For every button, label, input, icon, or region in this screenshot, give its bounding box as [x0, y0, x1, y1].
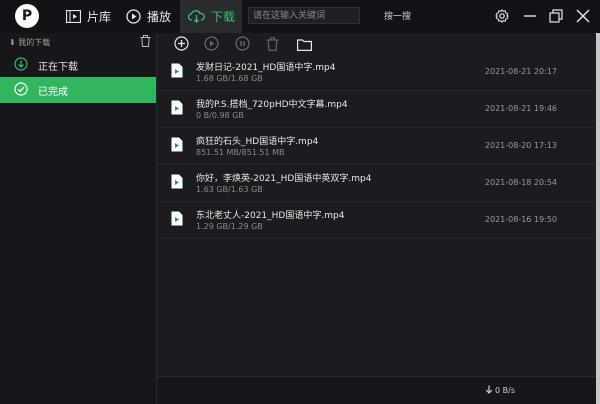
search-input[interactable]: 请在这输入关键词	[248, 7, 360, 24]
settings-gear-icon[interactable]	[492, 6, 512, 26]
search-button[interactable]: 搜一搜	[384, 9, 411, 22]
file-size: 1.29 GB/1.29 GB	[196, 222, 263, 231]
clear-trash-icon[interactable]	[140, 35, 151, 49]
file-row[interactable]: 疯狂的石头_HD国语中字.mp4 851.51 MB/851.51 MB 202…	[157, 128, 600, 165]
sidebar-header-text: 我的下载	[18, 38, 51, 47]
nav-download-tab[interactable]: 下载	[180, 0, 242, 33]
file-date: 2021-08-21 20:17	[484, 67, 557, 76]
file-date: 2021-08-21 19:46	[484, 104, 557, 113]
file-name: 发财日记-2021_HD国语中字.mp4	[196, 63, 336, 73]
video-file-icon	[171, 63, 183, 78]
video-file-icon	[171, 137, 183, 152]
app-window: P 片库 播放 下载 请在这输入关键词 搜一搜 ⬇ 我的下载 正在下载 已完成 …	[0, 0, 600, 404]
sidebar-header-label: ⬇ 我的下载	[9, 37, 50, 48]
download-circle-icon	[14, 56, 28, 74]
video-file-icon	[171, 100, 183, 115]
file-date: 2021-08-20 17:13	[484, 141, 557, 150]
film-library-icon	[66, 10, 81, 23]
download-speed: 0 B/s	[485, 385, 515, 396]
video-file-icon	[171, 211, 183, 226]
restore-icon[interactable]	[546, 6, 566, 26]
file-date: 2021-08-16 19:50	[484, 215, 557, 224]
sidebar-item-label: 已完成	[38, 86, 68, 98]
play-circle-icon	[126, 9, 141, 24]
sidebar-header: ⬇ 我的下载	[0, 33, 157, 51]
minimize-icon[interactable]	[520, 6, 540, 26]
sidebar: ⬇ 我的下载 正在下载 已完成	[0, 33, 157, 404]
file-name: 东北老丈人-2021_HD国语中字.mp4	[196, 211, 345, 221]
delete-icon[interactable]	[266, 36, 281, 51]
file-list: 发财日记-2021_HD国语中字.mp4 1.68 GB/1.68 GB 202…	[157, 54, 600, 376]
file-size: 851.51 MB/851.51 MB	[196, 148, 285, 157]
download-speed-value: 0 B/s	[495, 386, 515, 395]
add-icon[interactable]	[174, 36, 189, 51]
sidebar-item-downloading[interactable]: 正在下载	[0, 52, 156, 78]
title-bar: P 片库 播放 下载 请在这输入关键词 搜一搜	[0, 0, 600, 33]
file-row[interactable]: 东北老丈人-2021_HD国语中字.mp4 1.29 GB/1.29 GB 20…	[157, 202, 600, 239]
check-circle-icon	[14, 81, 28, 99]
nav-library-button[interactable]: 片库	[66, 0, 116, 33]
window-edge	[596, 33, 600, 404]
nav-play-label: 播放	[147, 10, 172, 24]
pause-icon[interactable]	[235, 36, 250, 51]
file-size: 0 B/0.98 GB	[196, 111, 244, 120]
file-date: 2021-08-18 20:54	[484, 178, 557, 187]
sidebar-item-completed[interactable]: 已完成	[0, 77, 156, 103]
file-name: 疯狂的石头_HD国语中字.mp4	[196, 137, 319, 147]
nav-play-button[interactable]: 播放	[126, 0, 176, 33]
file-row[interactable]: 我的P.S.搭档_720pHD中文字幕.mp4 0 B/0.98 GB 2021…	[157, 91, 600, 128]
nav-library-label: 片库	[87, 10, 112, 24]
folder-icon[interactable]	[297, 36, 312, 51]
sidebar-item-label: 正在下载	[38, 61, 78, 73]
video-file-icon	[171, 174, 183, 189]
close-icon[interactable]	[573, 6, 593, 26]
file-name: 你好，李焕英-2021_HD国语中英双字.mp4	[196, 174, 372, 184]
play-icon[interactable]	[204, 36, 219, 51]
file-size: 1.63 GB/1.63 GB	[196, 185, 263, 194]
file-row[interactable]: 发财日记-2021_HD国语中字.mp4 1.68 GB/1.68 GB 202…	[157, 54, 600, 91]
download-arrow-icon	[485, 385, 493, 396]
download-toolbar	[157, 33, 600, 54]
cloud-download-icon	[188, 10, 205, 23]
nav-download-label: 下载	[211, 10, 236, 24]
file-row[interactable]: 你好，李焕英-2021_HD国语中英双字.mp4 1.63 GB/1.63 GB…	[157, 165, 600, 202]
app-logo: P	[15, 4, 39, 28]
file-size: 1.68 GB/1.68 GB	[196, 74, 263, 83]
file-name: 我的P.S.搭档_720pHD中文字幕.mp4	[196, 100, 348, 110]
status-bar: 0 B/s	[157, 376, 600, 404]
download-arrow-icon: ⬇	[9, 38, 16, 47]
